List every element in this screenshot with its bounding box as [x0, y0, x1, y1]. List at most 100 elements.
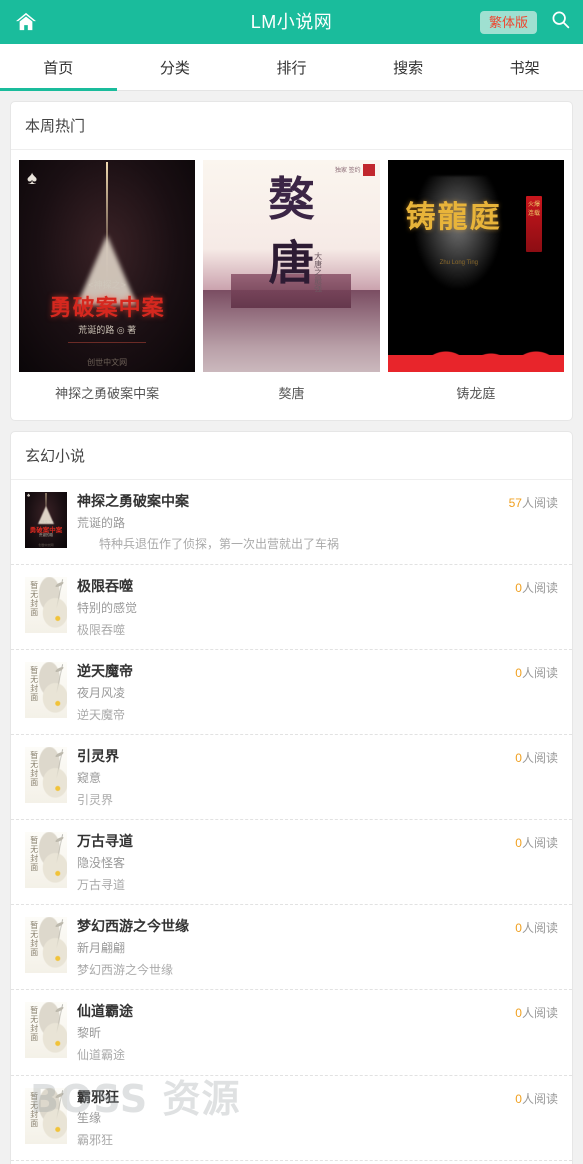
more-xuanhuan-link[interactable]: 更多玄幻小说>> — [11, 1161, 572, 1164]
hot-book-name: 獒唐 — [278, 386, 305, 401]
book-title: 霸邪狂 — [77, 1088, 119, 1105]
cover-pinyin: Zhu Long Ting — [439, 260, 479, 266]
ace-decoration: ♠ — [27, 168, 38, 189]
book-list-item[interactable]: 暂无封面 梦幻西游之今世缘 新月翩翩 梦幻西游之今世缘 0人阅读 — [11, 905, 572, 991]
book-info: 万古寻道 隐没怪客 万古寻道 — [77, 832, 507, 893]
book-description: 霸邪狂 — [77, 1133, 114, 1148]
read-count: 0人阅读 — [515, 662, 558, 681]
book-info: 引灵界 窥意 引灵界 — [77, 747, 507, 808]
cover-gold-title: 铸龍庭 — [405, 201, 502, 234]
book-list-item[interactable]: 暂无封面 极限吞噬 特别的感觉 极限吞噬 0人阅读 — [11, 565, 572, 651]
book-description: 万古寻道 — [77, 877, 126, 892]
read-count: 0人阅读 — [515, 577, 558, 596]
read-count: 0人阅读 — [515, 1088, 558, 1107]
book-description: 梦幻西游之今世缘 — [77, 962, 174, 977]
read-count-suffix: 人阅读 — [521, 921, 558, 936]
book-list-item[interactable]: ♠ <神探之> 勇破案中案 荒诞的路 创世中文网 神探之勇破案中案 荒诞的路 特种兵退伍作了侦… — [11, 480, 572, 566]
tab-ranking-label: 排行 — [276, 59, 307, 77]
book-cover-image: 獒 唐 大唐之最强 独家 签约 — [203, 160, 380, 372]
book-list-item[interactable]: 暂无封面 引灵界 窥意 引灵界 0人阅读 — [11, 735, 572, 821]
book-description: 特种兵退伍作了侦探，第一次出营就出了车祸 — [99, 537, 340, 552]
thumb-author: 荒诞的路 — [39, 533, 53, 537]
smoke-dragon-decoration — [409, 176, 506, 296]
book-title: 引灵界 — [77, 748, 119, 765]
book-info: 神探之勇破案中案 荒诞的路 特种兵退伍作了侦探，第一次出营就出了车祸 — [77, 492, 501, 553]
no-cover-label: 暂无封面 — [29, 921, 39, 958]
xuanhuan-novels-card: 玄幻小说 ♠ <神探之> 勇破案中案 荒诞的路 创世中文网 神探之勇破案中案 荒诞的路 特种兵… — [10, 431, 573, 1164]
book-list-item[interactable]: 暂无封面 仙道霸途 黎昕 仙道霸途 0人阅读 — [11, 990, 572, 1076]
book-list-item[interactable]: 暂无封面 万古寻道 隐没怪客 万古寻道 0人阅读 — [11, 820, 572, 906]
weekly-hot-grid: ♠ <神探之> 勇破案中案 荒诞的路 ◎ 著 创世中文网 神探之勇破案中案 獒 … — [11, 150, 572, 420]
book-list: ♠ <神探之> 勇破案中案 荒诞的路 创世中文网 神探之勇破案中案 荒诞的路 特种兵退伍作了侦… — [11, 480, 572, 1161]
book-info: 逆天魔帝 夜月风凌 逆天魔帝 — [77, 662, 507, 723]
header-actions: 繁体版 — [479, 0, 575, 44]
read-count-suffix: 人阅读 — [521, 496, 558, 510]
no-cover-label: 暂无封面 — [29, 666, 39, 703]
read-count: 0人阅读 — [515, 917, 558, 936]
hot-book-item[interactable]: ♠ <神探之> 勇破案中案 荒诞的路 ◎ 著 创世中文网 神探之勇破案中案 — [19, 160, 196, 414]
book-cover-image: 铸龍庭 Zhu Long Ting 火爆 连载 — [387, 160, 564, 372]
cover-stamp — [362, 164, 375, 176]
book-thumbnail-placeholder: 暂无封面 — [25, 832, 67, 889]
book-author: 荒诞的路 — [77, 515, 126, 530]
tab-category[interactable]: 分类 — [117, 44, 234, 90]
search-button[interactable] — [545, 7, 575, 37]
no-cover-label: 暂无封面 — [29, 751, 39, 788]
read-count-number: 57 — [508, 496, 522, 510]
book-author: 窥意 — [77, 771, 102, 786]
tab-ranking[interactable]: 排行 — [233, 44, 350, 90]
book-description: 极限吞噬 — [77, 622, 126, 637]
book-description: 引灵界 — [77, 792, 114, 807]
book-thumbnail: ♠ <神探之> 勇破案中案 荒诞的路 创世中文网 — [25, 492, 67, 548]
book-title: 仙道霸途 — [77, 1003, 133, 1020]
read-count-number: 0 — [515, 836, 522, 851]
book-info: 霸邪狂 笙缘 霸邪狂 — [77, 1088, 507, 1149]
tab-category-label: 分类 — [159, 59, 190, 77]
book-title: 极限吞噬 — [77, 578, 133, 595]
book-title: 梦幻西游之今世缘 — [77, 918, 189, 935]
book-thumbnail-placeholder: 暂无封面 — [25, 577, 67, 634]
home-button[interactable] — [0, 0, 52, 44]
book-author: 隐没怪客 — [77, 856, 126, 871]
wave-decoration — [387, 330, 564, 372]
book-thumbnail-placeholder: 暂无封面 — [25, 1002, 67, 1059]
tab-home-label: 首页 — [43, 59, 74, 77]
book-list-item[interactable]: 暂无封面 逆天魔帝 夜月风凌 逆天魔帝 0人阅读 — [11, 650, 572, 736]
cover-char-1: 獒 — [268, 174, 315, 225]
book-author: 黎昕 — [77, 1026, 102, 1041]
tab-bookshelf-label: 书架 — [509, 59, 540, 77]
book-thumbnail-placeholder: 暂无封面 — [25, 917, 67, 974]
home-icon — [15, 12, 37, 32]
read-count-suffix: 人阅读 — [521, 581, 558, 596]
read-count-number: 0 — [515, 921, 522, 936]
book-author: 夜月风凌 — [77, 686, 126, 701]
book-list-item[interactable]: 暂无封面 霸邪狂 笙缘 霸邪狂 0人阅读 — [11, 1076, 572, 1161]
hot-book-item[interactable]: 獒 唐 大唐之最强 独家 签约 獒唐 — [203, 160, 380, 414]
book-thumbnail-placeholder: 暂无封面 — [25, 1087, 67, 1144]
tab-bookshelf[interactable]: 书架 — [466, 44, 583, 90]
cover-stamp-text: 独家 签约 — [334, 168, 361, 174]
app-header: LM小说网 繁体版 — [0, 0, 583, 44]
book-author: 笙缘 — [77, 1111, 102, 1126]
book-title: 逆天魔帝 — [77, 663, 133, 680]
no-cover-label: 暂无封面 — [29, 1091, 39, 1128]
read-count: 0人阅读 — [515, 1002, 558, 1021]
cover-main-title: 勇破案中案 — [49, 295, 165, 320]
book-info: 仙道霸途 黎昕 仙道霸途 — [77, 1002, 507, 1063]
cover-vertical-text: 大唐之最强 — [313, 252, 323, 292]
tab-home[interactable]: 首页 — [0, 44, 117, 91]
tab-search[interactable]: 搜索 — [350, 44, 467, 90]
read-count: 0人阅读 — [515, 832, 558, 851]
hot-book-item[interactable]: 铸龍庭 Zhu Long Ting 火爆 连载 铸龙庭 — [387, 160, 564, 414]
page-root: LM小说网 繁体版 首页 分类 排行 搜索 书架 本周热门 ♠ <神探之> 勇破… — [0, 0, 583, 1164]
cover-brand: 创世中文网 — [87, 358, 128, 367]
cover-divider — [68, 342, 146, 343]
read-count-suffix: 人阅读 — [521, 1006, 558, 1021]
read-count: 0人阅读 — [515, 747, 558, 766]
weekly-hot-card: 本周热门 ♠ <神探之> 勇破案中案 荒诞的路 ◎ 著 创世中文网 神探之勇破案… — [10, 101, 573, 421]
traditional-chinese-button[interactable]: 繁体版 — [479, 10, 537, 34]
thumb-brand: 创世中文网 — [38, 543, 54, 547]
no-cover-label: 暂无封面 — [29, 581, 39, 618]
no-cover-label: 暂无封面 — [29, 1006, 39, 1043]
book-author: 新月翩翩 — [77, 941, 126, 956]
